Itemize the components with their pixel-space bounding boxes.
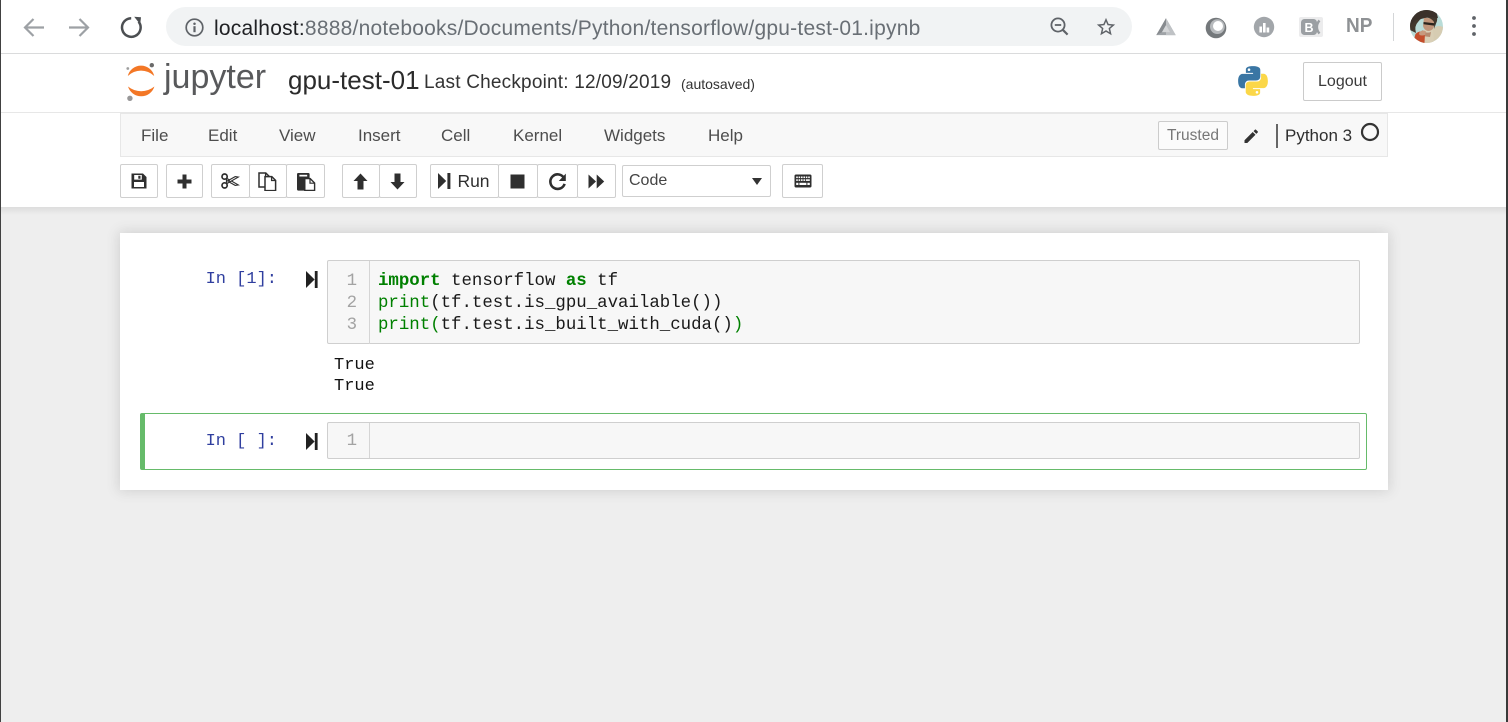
svg-text:B: B — [1304, 21, 1313, 35]
